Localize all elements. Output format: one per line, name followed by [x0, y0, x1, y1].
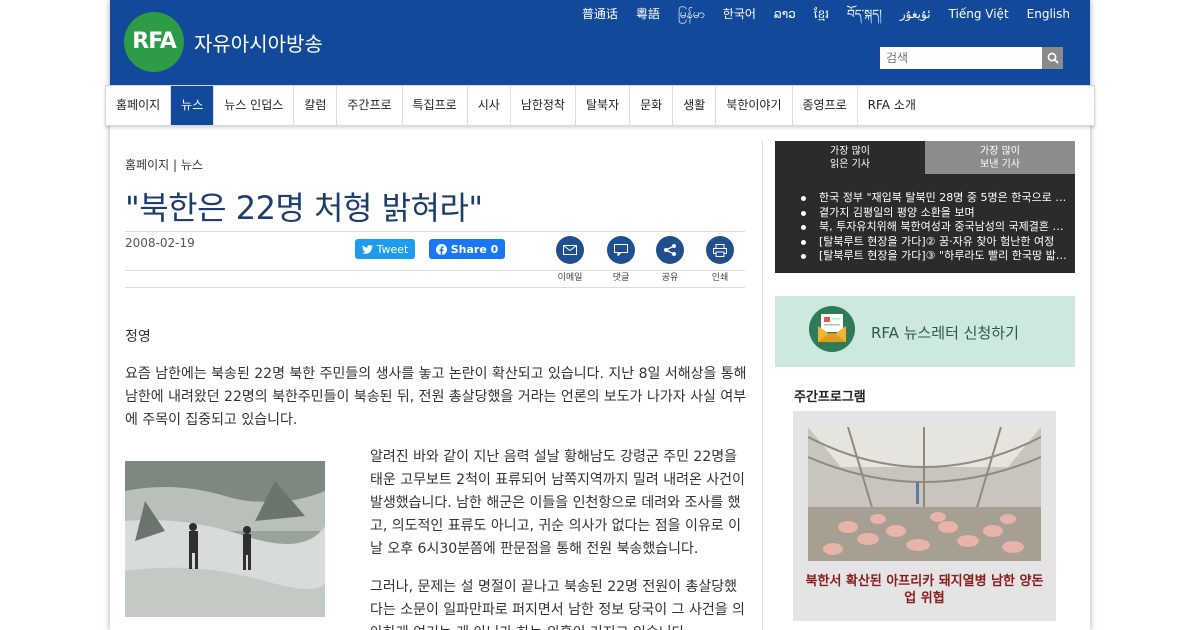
lang-link-tibetan[interactable]: བོད་སྐད། [847, 6, 882, 22]
tab-most-sent[interactable]: 가장 많이 보낸 기사 [925, 141, 1075, 174]
column-divider [762, 140, 763, 630]
nav-item-settlement[interactable]: 남한정착 [511, 86, 576, 125]
lang-link-uyghur[interactable]: ئۇيغۇر [900, 6, 931, 22]
lang-link-mandarin[interactable]: 普通话 [582, 6, 618, 22]
nav-item-defectors[interactable]: 탈북자 [576, 86, 631, 125]
nav-item-weekly[interactable]: 주간프로 [337, 86, 403, 125]
article-paragraph: 요즘 남한에는 북송된 22명 북한 주민들의 생사를 놓고 논란이 확산되고 … [125, 366, 747, 428]
popular-articles-box: 가장 많이 읽은 기사 가장 많이 보낸 기사 한국 정부 "재입북 탈북민 2… [775, 141, 1075, 273]
nav-item-news-index[interactable]: 뉴스 인덥스 [214, 86, 295, 125]
weekly-program-photo [808, 427, 1041, 561]
article-paragraph: 알려진 바와 같이 지난 음력 설날 황해남도 강령군 주민 22명을 태운 고… [370, 449, 745, 557]
search-input[interactable] [880, 47, 1042, 69]
share-icon [664, 244, 676, 256]
article-paragraph: 그러나, 문제는 설 명절이 끝나고 북송된 22명 전원이 총살당했다는 소문… [370, 579, 745, 630]
facebook-share-button[interactable]: Share 0 [429, 239, 505, 259]
lang-link-cantonese[interactable]: 粵語 [636, 6, 660, 22]
main-nav: 홈페이지 뉴스 뉴스 인덥스 칼럼 주간프로 특집프로 시사 남한정착 탈북자 … [105, 85, 1095, 126]
nav-item-ended-programs[interactable]: 종영프로 [793, 86, 858, 125]
nav-item-special[interactable]: 특집프로 [403, 86, 468, 125]
print-icon [713, 243, 727, 257]
weekly-program-caption[interactable]: 북한서 확산된 아프리카 돼지열병 남한 양돈업 위협 [801, 573, 1048, 607]
rfa-logo[interactable]: RFA [124, 12, 184, 72]
popular-item[interactable]: [탈북루트 현장을 가다]③ "하루라도 빨리 한국땅 밟고 싶어" [801, 249, 1071, 264]
language-bar: 普通话 粵語 မြန်မာ 한국어 ລາວ ខ្មែរ བོད་སྐད། ئۇي… [564, 6, 1070, 22]
newsletter-envelope-icon [809, 306, 855, 352]
lang-link-korean[interactable]: 한국어 [723, 6, 756, 22]
comment-label: 댓글 [612, 273, 630, 283]
nav-item-current-affairs[interactable]: 시사 [468, 86, 511, 125]
popular-list: 한국 정부 "재입북 탈북민 28명 중 5명은 한국으로 재입국" 곁가지 김… [801, 191, 1071, 264]
share-label: Share 0 [450, 242, 499, 256]
search-icon [1047, 52, 1059, 64]
weekly-program-card[interactable]: 북한서 확산된 아프리카 돼지열병 남한 양돈업 위협 [793, 411, 1056, 621]
lang-link-burmese[interactable]: မြန်မာ [678, 6, 705, 22]
twitter-icon [361, 244, 373, 254]
lang-link-khmer[interactable]: ខ្មែរ [814, 6, 829, 22]
email-label: 이메일 [557, 273, 583, 283]
comment-icon [614, 244, 628, 256]
article-date: 2008-02-19 [125, 236, 195, 250]
print-label: 인쇄 [711, 273, 729, 283]
divider [125, 231, 745, 232]
search-box [880, 47, 1063, 69]
article-photo [125, 461, 325, 617]
share-tool[interactable]: 공유 [650, 236, 690, 283]
nav-item-column[interactable]: 칼럼 [294, 86, 338, 125]
comment-tool[interactable]: 댓글 [601, 236, 641, 283]
divider [125, 270, 745, 271]
tab-most-sent-label: 가장 많이 보낸 기사 [980, 146, 1020, 170]
tab-most-read[interactable]: 가장 많이 읽은 기사 [775, 141, 925, 174]
print-tool[interactable]: 인쇄 [700, 236, 740, 283]
tweet-label: Tweet [376, 242, 409, 256]
lang-link-vietnamese[interactable]: Tiếng Việt [949, 6, 1009, 22]
breadcrumb[interactable]: 홈페이지 | 뉴스 [125, 156, 203, 173]
nav-item-life[interactable]: 생활 [673, 86, 717, 125]
nav-item-about[interactable]: RFA 소개 [858, 86, 926, 125]
article-byline: 정영 [125, 329, 151, 345]
divider [125, 287, 745, 288]
facebook-icon [435, 243, 447, 255]
lang-link-english[interactable]: English [1027, 6, 1070, 22]
popular-item[interactable]: 북, 투자유치위해 북한여성과 중국남성의 국제결혼 장려 [801, 220, 1071, 235]
nav-item-culture[interactable]: 문화 [630, 86, 674, 125]
article-title: "북한은 22명 처형 밝혀라" [125, 189, 483, 227]
weekly-program-heading: 주간프로그램 [794, 390, 866, 405]
nav-item-nk-stories[interactable]: 북한이야기 [716, 86, 793, 125]
lang-link-lao[interactable]: ລາວ [774, 6, 796, 22]
nav-item-news[interactable]: 뉴스 [171, 86, 215, 125]
share-tool-label: 공유 [661, 273, 679, 283]
tweet-button[interactable]: Tweet [355, 239, 415, 259]
site-header: RFA 자유아시아방송 普通话 粵語 မြန်မာ 한국어 ລາວ ខ្មែរ … [110, 0, 1090, 85]
popular-item[interactable]: 한국 정부 "재입북 탈북민 28명 중 5명은 한국으로 재입국" [801, 191, 1071, 206]
popular-item[interactable]: [탈북루트 현장을 가다]② 꿈·자유 찾아 험난한 여정 [801, 235, 1071, 250]
newsletter-label: RFA 뉴스레터 신청하기 [871, 324, 1019, 342]
newsletter-banner[interactable]: RFA 뉴스레터 신청하기 [775, 296, 1075, 367]
email-tool[interactable]: 이메일 [550, 236, 590, 283]
email-icon [563, 245, 577, 255]
popular-item[interactable]: 곁가지 김평일의 평양 소환을 보며 [801, 206, 1071, 221]
nav-item-home[interactable]: 홈페이지 [106, 86, 172, 125]
tab-most-read-label: 가장 많이 읽은 기사 [830, 146, 870, 170]
search-button[interactable] [1042, 47, 1063, 69]
site-name[interactable]: 자유아시아방송 [194, 28, 323, 57]
